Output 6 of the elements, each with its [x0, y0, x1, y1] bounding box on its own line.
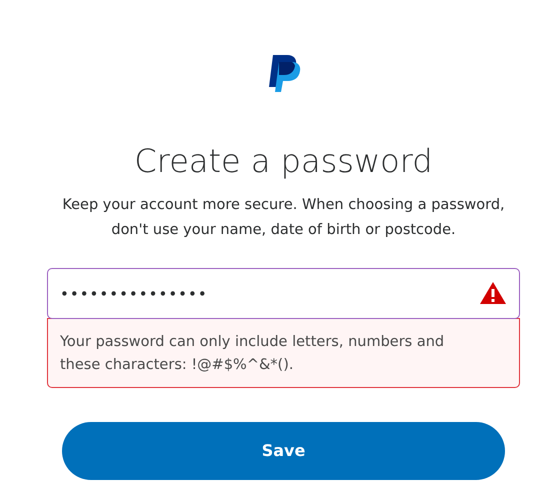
password-field[interactable]: •••••••••••••••	[47, 268, 520, 319]
page-heading: Create a password	[134, 141, 433, 181]
error-message: Your password can only include letters, numbers and these characters: !@#$%^&*().	[47, 318, 520, 388]
save-button[interactable]: Save	[62, 422, 505, 480]
description-text: Keep your account more secure. When choosing a password, don't use your name, date of birth or postcode.	[61, 196, 506, 240]
warning-icon	[479, 281, 507, 305]
